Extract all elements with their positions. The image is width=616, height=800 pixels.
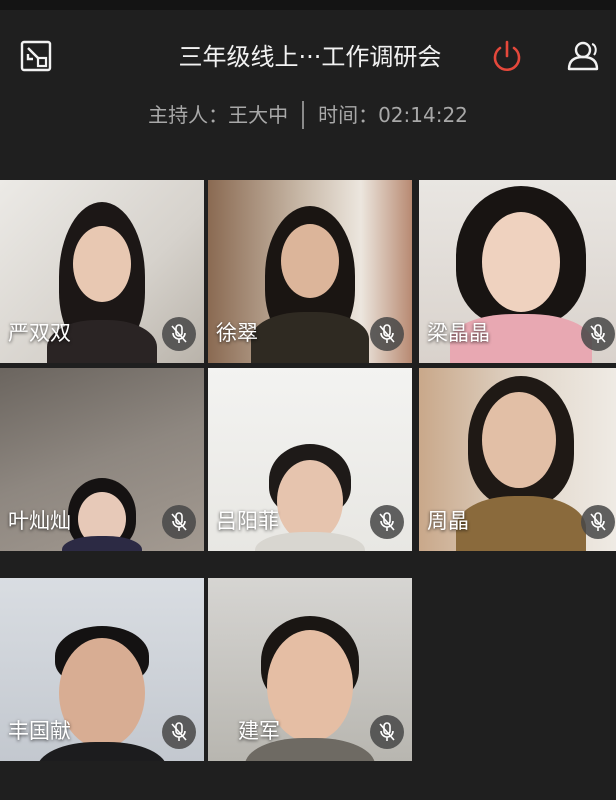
participant-name: 周晶 [427, 509, 469, 533]
participant-name: 吕阳菲 [216, 509, 279, 533]
participant-tile[interactable]: 建军 [208, 578, 412, 761]
host-name: 王大中 [228, 103, 289, 127]
participant-name: 丰国献 [8, 719, 71, 743]
meeting-header: 三年级线上···工作调研会 主持人： 王大中 时间： 02:14:22 [0, 10, 616, 170]
mic-muted-icon [370, 715, 404, 749]
participant-tile[interactable]: 徐翠 [208, 180, 412, 363]
host-label: 主持人： [148, 103, 229, 127]
meeting-title: 三年级线上···工作调研会 [178, 43, 442, 71]
meeting-duration: 02:14:22 [378, 103, 468, 127]
mic-muted-icon [581, 505, 615, 539]
mic-muted-icon [581, 317, 615, 351]
participants-icon [565, 39, 603, 73]
participant-name: 建军 [238, 719, 280, 743]
participant-tile[interactable]: 周晶 [419, 368, 616, 551]
mic-muted-icon [370, 317, 404, 351]
participant-name: 徐翠 [216, 321, 258, 345]
participant-name: 叶灿灿 [8, 509, 71, 533]
participant-tile[interactable]: 丰国献 [0, 578, 204, 761]
mic-muted-icon [370, 505, 404, 539]
participant-tile[interactable]: 严双双 [0, 180, 204, 363]
time-label: 时间： [318, 103, 379, 127]
mic-muted-icon [162, 715, 196, 749]
minimize-window-button[interactable] [12, 32, 60, 80]
participant-name: 梁晶晶 [427, 321, 490, 345]
meeting-screen: 三年级线上···工作调研会 主持人： 王大中 时间： 02:14:22 严双双 … [0, 0, 616, 800]
meeting-info: 主持人： 王大中 时间： 02:14:22 [0, 100, 616, 130]
mic-muted-icon [162, 317, 196, 351]
participant-name: 严双双 [8, 321, 71, 345]
power-icon [490, 39, 524, 73]
participants-button[interactable] [560, 32, 608, 80]
participant-tile[interactable]: 叶灿灿 [0, 368, 204, 551]
status-bar [0, 0, 616, 10]
mic-muted-icon [162, 505, 196, 539]
end-meeting-button[interactable] [483, 32, 531, 80]
participant-tile[interactable]: 吕阳菲 [208, 368, 412, 551]
minimize-window-icon [19, 39, 53, 73]
info-divider [302, 101, 305, 129]
participant-tile[interactable]: 梁晶晶 [419, 180, 616, 363]
